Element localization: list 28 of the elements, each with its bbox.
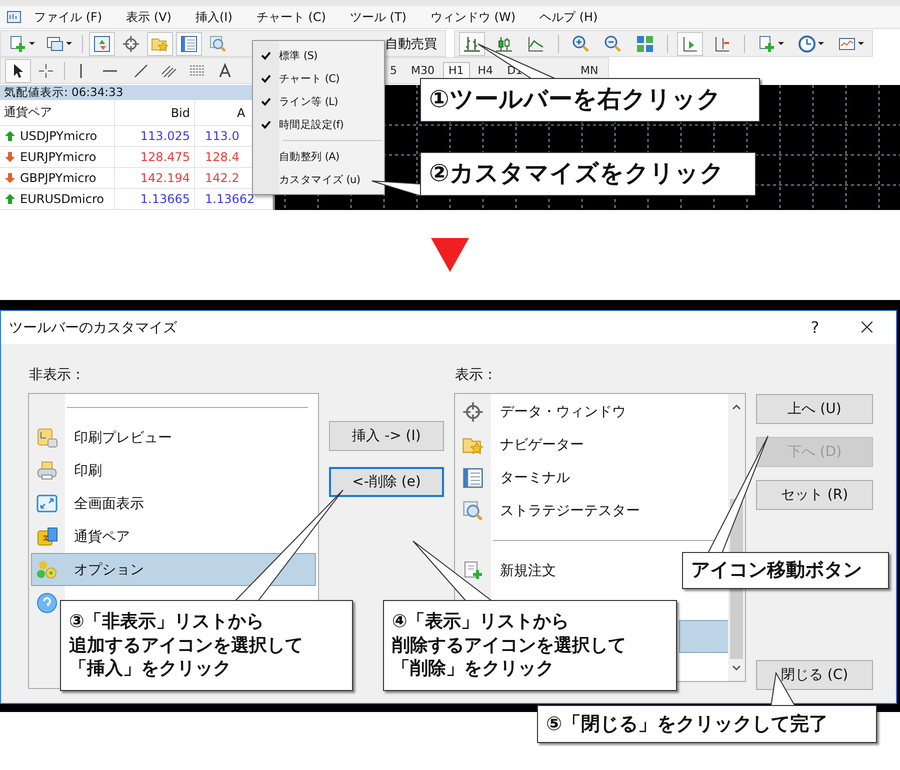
ask-cell: 128.4 xyxy=(205,150,240,164)
callout-text: ⑤「閉じる」をクリックして完了 xyxy=(546,712,828,736)
callout-text: 「挿入」をクリック xyxy=(69,657,231,681)
callout-text: ④「表示」リストから xyxy=(392,610,570,634)
ask-cell: 113.0 xyxy=(205,129,240,143)
symbol-cell: EURUSDmicro xyxy=(20,192,104,206)
ask-cell: 142.2 xyxy=(205,171,240,185)
bid-cell: 1.13665 xyxy=(140,192,190,206)
bid-cell: 113.025 xyxy=(140,129,190,143)
list-label: 非表示： xyxy=(28,366,86,383)
callout-text: アイコン移動ボタン xyxy=(691,558,862,583)
symbol-cell: USDJPYmicro xyxy=(20,129,98,143)
callout-text: 追加するアイコンを選択して xyxy=(69,634,303,658)
bid-cell: 142.194 xyxy=(140,171,190,185)
column-header: 通貨ペア xyxy=(4,104,52,121)
callout-text: 削除するアイコンを選択して xyxy=(392,634,626,658)
list-label: 表示： xyxy=(454,366,498,383)
callout-text: 「削除」をクリック xyxy=(392,657,554,681)
dialog-title: ツールバーのカスタマイズ xyxy=(9,318,178,336)
column-header: A xyxy=(237,106,246,120)
callout-text: ①ツールバーを右クリック xyxy=(429,84,722,116)
callout-text: ②カスタマイズをクリック xyxy=(429,158,724,190)
callout-text: ③「非表示」リストから xyxy=(69,610,264,634)
bid-cell: 128.475 xyxy=(140,150,190,164)
column-header: Bid xyxy=(170,106,190,120)
symbol-cell: EURJPYmicro xyxy=(20,150,96,164)
symbol-cell: GBPJPYmicro xyxy=(20,171,96,185)
ask-cell: 1.13662 xyxy=(205,192,255,206)
